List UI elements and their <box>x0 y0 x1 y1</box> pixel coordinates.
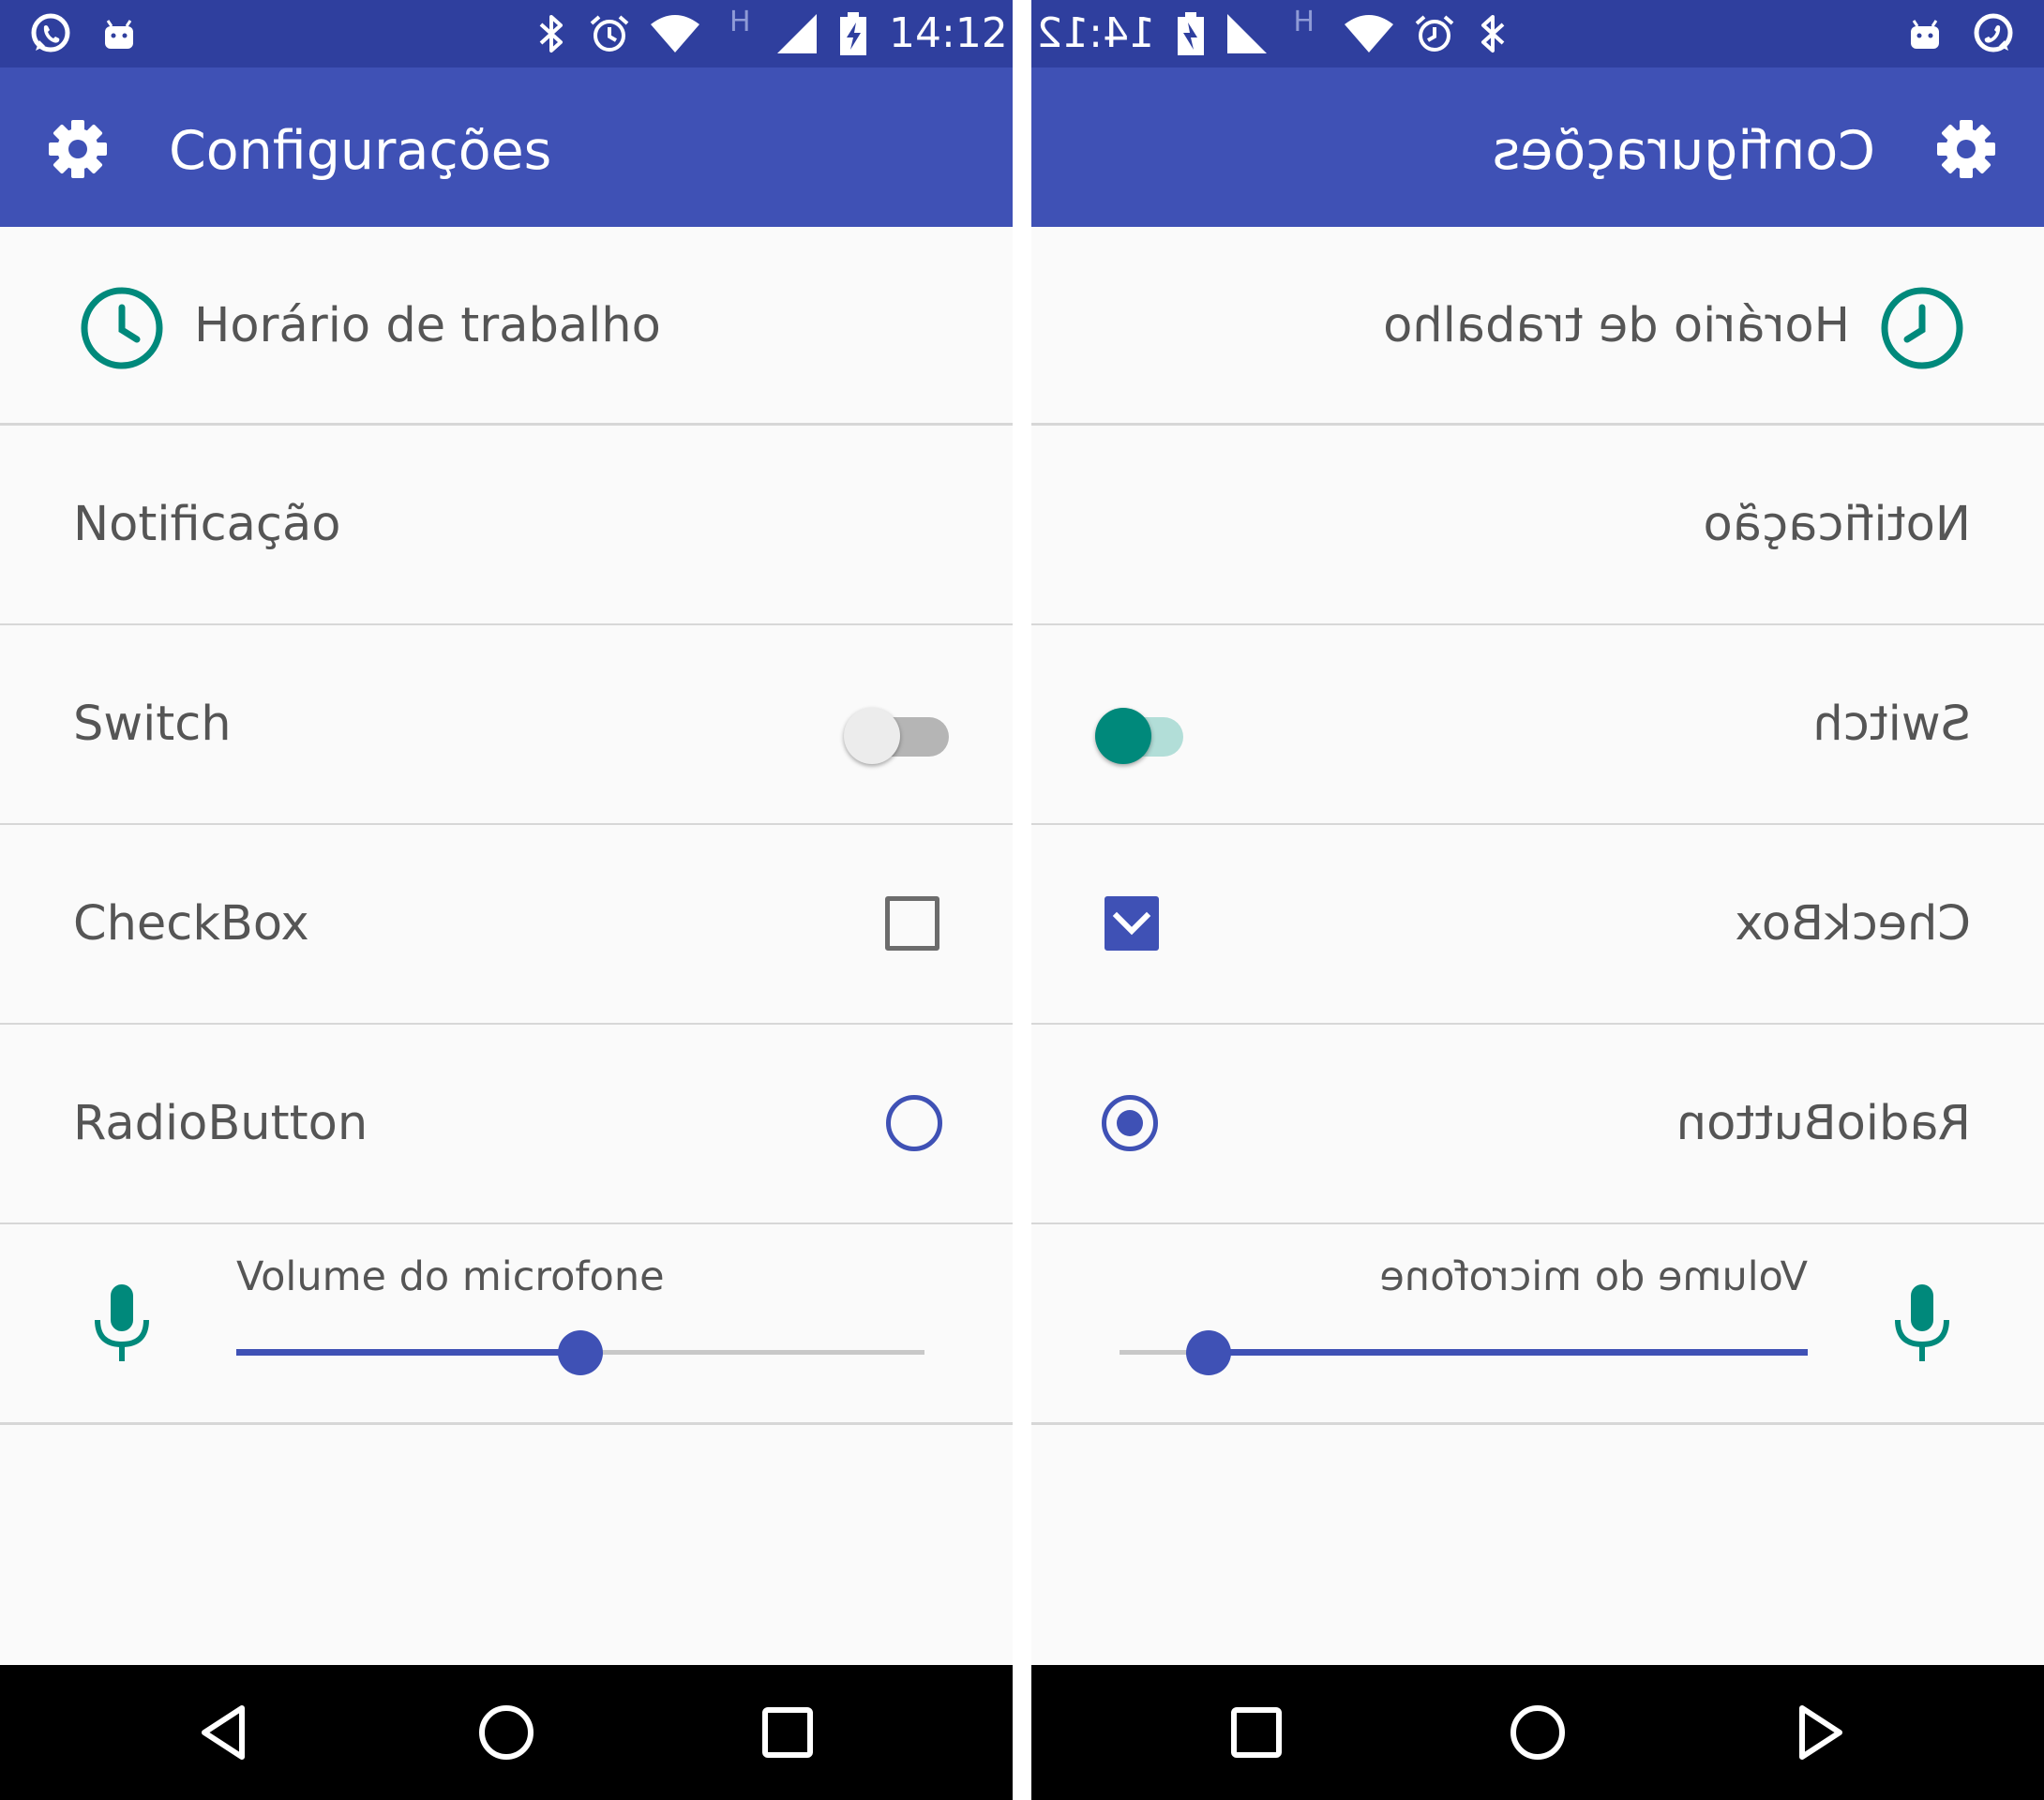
setting-row-work-hours[interactable]: Horário de trabalho <box>1031 227 2044 426</box>
radio-button[interactable] <box>886 1095 942 1151</box>
network-type-label: H <box>729 6 751 38</box>
radio-button[interactable] <box>1102 1095 1158 1151</box>
alarm-icon <box>587 0 632 68</box>
checkbox-label: CheckBox <box>73 896 309 952</box>
navigation-bar <box>0 1665 1013 1800</box>
volume-label: Volume do microfone <box>236 1253 665 1300</box>
volume-label: Volume do microfone <box>1379 1253 1808 1300</box>
volume-slider[interactable] <box>1120 1329 1808 1376</box>
switch-thumb <box>1095 708 1151 764</box>
whatsapp-icon <box>1971 0 2016 68</box>
setting-row-checkbox: CheckBox <box>0 825 1013 1026</box>
wifi-icon <box>647 0 703 68</box>
gear-icon <box>1933 116 1999 182</box>
page-title: Configurações <box>1492 120 1875 182</box>
setting-row-notification[interactable]: Notificação <box>1031 426 2044 626</box>
radio-dot <box>1117 1110 1143 1136</box>
setting-row-notification[interactable]: Notificação <box>0 426 1013 626</box>
switch-label: Switch <box>1812 697 1971 752</box>
android-icon <box>98 0 141 68</box>
slider-fill <box>1209 1349 1808 1356</box>
radio-label: RadioButton <box>1676 1096 1971 1151</box>
app-toolbar: Configurações <box>0 68 1013 227</box>
recents-icon[interactable] <box>754 1699 821 1766</box>
checkbox-label: CheckBox <box>1735 896 1971 952</box>
checkbox[interactable] <box>885 896 939 951</box>
switch-label: Switch <box>73 697 232 752</box>
notification-label: Notificação <box>1703 497 1971 552</box>
clock-icon <box>1879 285 1965 371</box>
slider-thumb[interactable] <box>1186 1330 1231 1375</box>
battery-charging-icon <box>1175 0 1207 68</box>
microphone-icon <box>90 1282 154 1363</box>
checkbox[interactable] <box>1105 896 1159 951</box>
check-icon <box>1112 911 1151 936</box>
bluetooth-icon <box>533 0 570 68</box>
setting-row-volume: Volume do microfone <box>0 1224 1013 1425</box>
back-icon[interactable] <box>191 1699 259 1766</box>
bluetooth-icon <box>1474 0 1511 68</box>
page-title: Configurações <box>169 120 552 182</box>
phone-screen-left: H 14:12 Configurações Horário de trabalh… <box>0 0 1013 1800</box>
whatsapp-icon <box>28 0 73 68</box>
home-icon[interactable] <box>473 1699 540 1766</box>
volume-slider[interactable] <box>236 1329 924 1376</box>
status-bar: H 14:12 <box>0 0 1013 68</box>
status-time: 14:12 <box>1036 9 1155 57</box>
switch-toggle[interactable] <box>844 700 949 764</box>
cell-signal-icon <box>774 0 819 68</box>
alarm-icon <box>1412 0 1457 68</box>
slider-thumb[interactable] <box>558 1330 603 1375</box>
setting-row-volume: Volume do microfone <box>1031 1224 2044 1425</box>
battery-charging-icon <box>837 0 869 68</box>
slider-fill <box>236 1349 580 1356</box>
status-time: 14:12 <box>889 9 1008 57</box>
back-icon[interactable] <box>1785 1699 1853 1766</box>
microphone-icon <box>1890 1282 1954 1363</box>
android-icon <box>1903 0 1946 68</box>
switch-toggle[interactable] <box>1095 700 1200 764</box>
radio-label: RadioButton <box>73 1096 368 1151</box>
clock-icon <box>79 285 165 371</box>
setting-row-switch: Switch <box>1031 625 2044 826</box>
network-type-label: H <box>1293 6 1315 38</box>
recents-icon[interactable] <box>1223 1699 1290 1766</box>
phone-screen-right-mirrored: H 14:12 Configurações Horário de trabalh… <box>1031 0 2044 1800</box>
status-bar: H 14:12 <box>1031 0 2044 68</box>
setting-row-switch: Switch <box>0 625 1013 826</box>
setting-row-radio: RadioButton <box>1031 1025 2044 1225</box>
work-hours-label: Horário de trabalho <box>1383 298 1850 353</box>
navigation-bar <box>1031 1665 2044 1800</box>
app-toolbar: Configurações <box>1031 68 2044 227</box>
wifi-icon <box>1341 0 1397 68</box>
notification-label: Notificação <box>73 497 341 552</box>
setting-row-checkbox: CheckBox <box>1031 825 2044 1026</box>
gear-icon <box>45 116 111 182</box>
setting-row-radio: RadioButton <box>0 1025 1013 1225</box>
cell-signal-icon <box>1225 0 1270 68</box>
work-hours-label: Horário de trabalho <box>194 298 661 353</box>
switch-thumb <box>844 708 900 764</box>
setting-row-work-hours[interactable]: Horário de trabalho <box>0 227 1013 426</box>
home-icon[interactable] <box>1504 1699 1571 1766</box>
